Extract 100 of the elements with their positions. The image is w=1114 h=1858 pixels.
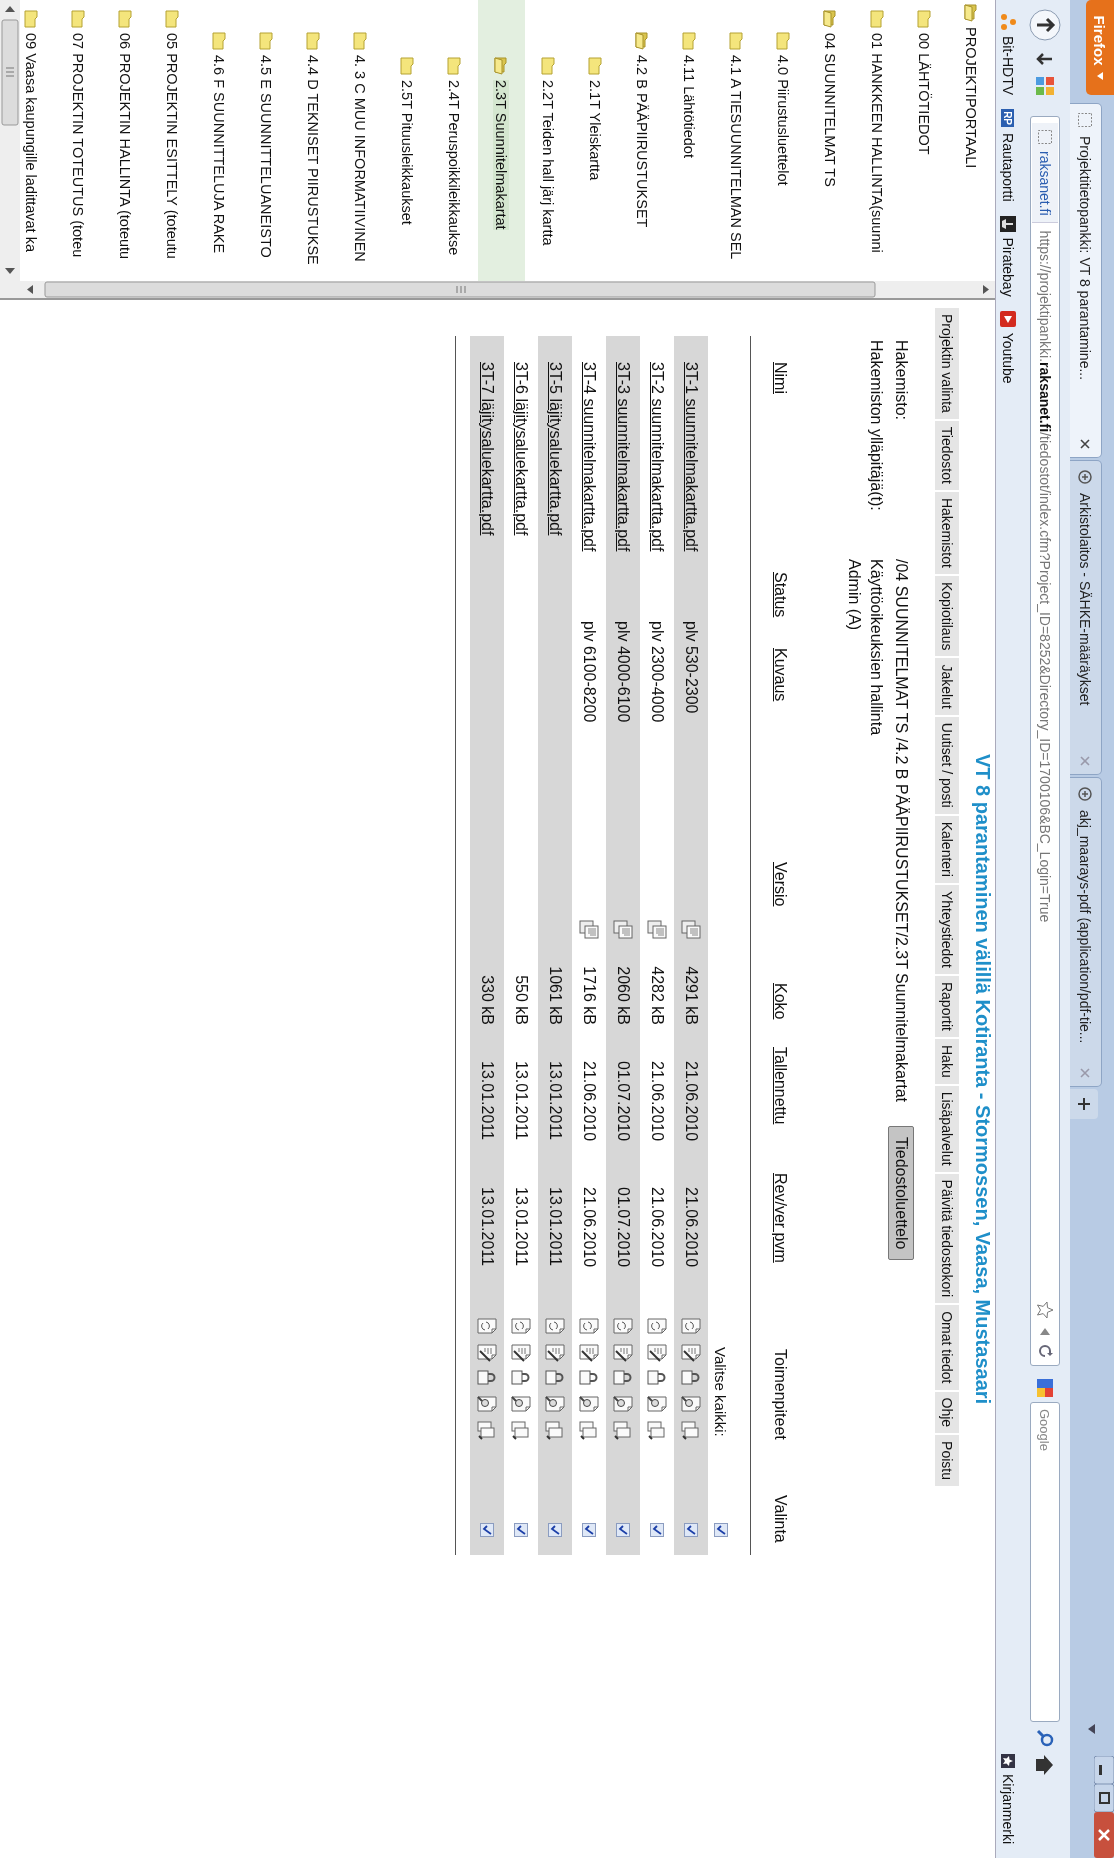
lock-icon[interactable] — [681, 1368, 701, 1388]
lock-icon[interactable] — [579, 1368, 599, 1388]
refresh-document-icon[interactable] — [647, 1316, 667, 1336]
document-stack-icon[interactable] — [681, 920, 701, 940]
tree-item[interactable]: 4. 3 C MUU INFORMATIIVINEN — [352, 55, 369, 262]
tree-item[interactable]: 4.1 A TIESUUNNITELMAN SEL — [728, 55, 745, 260]
menu-link[interactable]: Tiedostot — [935, 420, 959, 492]
bookmarks-menu[interactable]: Kirjanmerki — [1000, 1754, 1016, 1844]
tree-item[interactable]: 07 PROJEKTIN TOTEUTUS (toteu — [70, 33, 87, 258]
menu-link[interactable]: Projektin valinta — [935, 308, 959, 421]
copy-documents-icon[interactable] — [477, 1420, 497, 1440]
tree-item[interactable]: 4.2 B PÄÄPIIRUSTUKSET — [634, 55, 651, 228]
bookmark-link[interactable]: RP Rautaportti — [1000, 109, 1016, 202]
file-link[interactable]: 3T-1 suunnitelmakartta.pdf — [683, 362, 700, 552]
tree-item[interactable]: 2.2T Teiden hall järj kartta — [540, 80, 557, 246]
search-icon[interactable] — [1035, 1728, 1055, 1748]
search-field[interactable]: Google — [1030, 1402, 1060, 1722]
file-list-button[interactable]: Tiedostoluettelo — [888, 1126, 914, 1261]
copy-documents-icon[interactable] — [647, 1420, 667, 1440]
edit-document-icon[interactable] — [579, 1342, 599, 1362]
tree-item[interactable]: 00 LÄHTÖTIEDOT — [916, 33, 933, 155]
file-link[interactable]: 3T-7 läjitysaluekartta.pdf — [479, 362, 496, 536]
scrollbar[interactable] — [19, 281, 995, 298]
checkbox[interactable] — [480, 1523, 494, 1537]
app-grid-icon[interactable] — [1035, 76, 1055, 96]
checkbox[interactable] — [548, 1523, 562, 1537]
permissions-link[interactable]: Käyttöoikeuksien hallinta — [867, 559, 885, 736]
tree-item[interactable]: 2.4T Peruspoikkileikkaukse — [446, 80, 463, 256]
column-header-link[interactable]: Koko — [772, 983, 789, 1020]
tree-item[interactable]: 01 HANKKEEN HALLINTA(suunni — [869, 33, 886, 253]
reload-icon[interactable] — [1037, 1343, 1053, 1359]
document-stack-icon[interactable] — [647, 920, 667, 940]
lock-icon[interactable] — [477, 1368, 497, 1388]
column-header-link[interactable]: Status — [772, 572, 789, 618]
menu-link[interactable]: Poistu — [935, 1435, 959, 1488]
lock-icon[interactable] — [647, 1368, 667, 1388]
file-link[interactable]: 3T-4 suunnitelmakartta.pdf — [581, 362, 598, 552]
star-icon[interactable] — [1036, 1301, 1054, 1319]
copy-documents-icon[interactable] — [511, 1420, 531, 1440]
column-header-link[interactable]: Versio — [772, 862, 789, 907]
copy-documents-icon[interactable] — [681, 1420, 701, 1440]
bookmark-link[interactable]: Bit-HDTV — [1000, 14, 1016, 96]
refresh-document-icon[interactable] — [613, 1316, 633, 1336]
menu-link[interactable]: Lisäpalvelut — [935, 1085, 959, 1174]
tree-item[interactable]: 4.4 D TEKNISET PIIRUSTUKSE — [305, 55, 322, 265]
edit-document-icon[interactable] — [545, 1342, 565, 1362]
menu-link[interactable]: Kopiotilaus — [935, 575, 959, 659]
refresh-document-icon[interactable] — [681, 1316, 701, 1336]
tree-item[interactable]: 4.0 Piirustusluettelot — [775, 55, 792, 186]
lock-icon[interactable] — [511, 1368, 531, 1388]
menu-link[interactable]: Hakemistot — [935, 491, 959, 576]
tree-item[interactable]: PROJEKTIPORTAALI — [963, 27, 980, 169]
maximize-icon[interactable] — [1094, 1784, 1114, 1812]
column-header-link[interactable]: Tallennettu — [772, 1047, 789, 1125]
file-link[interactable]: 3T-6 läjitysaluekartta.pdf — [513, 362, 530, 536]
refresh-document-icon[interactable] — [579, 1316, 599, 1336]
minimize-icon[interactable] — [1094, 1756, 1114, 1784]
edit-document-icon[interactable] — [647, 1342, 667, 1362]
refresh-document-icon[interactable] — [545, 1316, 565, 1336]
document-search-icon[interactable] — [681, 1394, 701, 1414]
edit-document-icon[interactable] — [511, 1342, 531, 1362]
menu-link[interactable]: Raportit — [935, 975, 959, 1039]
document-search-icon[interactable] — [647, 1394, 667, 1414]
tree-item[interactable]: 4.11 Lähtötiedot — [681, 55, 698, 158]
tree-item[interactable]: 2.1T Yleiskartta — [587, 80, 604, 181]
document-search-icon[interactable] — [477, 1394, 497, 1414]
document-search-icon[interactable] — [579, 1394, 599, 1414]
tree-item[interactable]: 09 Vaasa kaupungille ladittavat ka — [23, 33, 40, 252]
edit-document-icon[interactable] — [477, 1342, 497, 1362]
copy-documents-icon[interactable] — [579, 1420, 599, 1440]
tree-item[interactable]: 05 PROJEKTIN ESITTELY (toteutu — [164, 33, 181, 259]
column-header-link[interactable]: Kuvaus — [772, 648, 789, 702]
tree-item[interactable]: 2.3T Suunnitelmakartat — [493, 80, 510, 230]
tree-item[interactable]: 4.6 F SUUNNITTELUJA RAKE — [211, 55, 228, 254]
document-search-icon[interactable] — [511, 1394, 531, 1414]
close-icon[interactable] — [1080, 439, 1091, 449]
menu-link[interactable]: Päivitä tiedostokori — [935, 1173, 959, 1306]
menu-link[interactable]: Omat tiedot — [935, 1305, 959, 1392]
document-search-icon[interactable] — [613, 1394, 633, 1414]
bookmark-link[interactable]: Piratebay — [1000, 215, 1016, 297]
copy-documents-icon[interactable] — [545, 1420, 565, 1440]
document-stack-icon[interactable] — [579, 920, 599, 940]
caret-icon[interactable] — [1088, 1724, 1096, 1734]
document-search-icon[interactable] — [545, 1394, 565, 1414]
checkbox[interactable] — [684, 1523, 698, 1537]
browser-tab[interactable]: Projektitietopankki: VT 8 parantamine... — [1070, 103, 1102, 458]
close-icon[interactable] — [1094, 1812, 1114, 1858]
checkbox[interactable] — [714, 1523, 728, 1537]
home-icon[interactable] — [1035, 1754, 1055, 1776]
back-icon[interactable] — [1028, 8, 1062, 42]
bookmark-link[interactable]: Youtube — [1000, 310, 1016, 384]
refresh-document-icon[interactable] — [477, 1316, 497, 1336]
dropdown-icon[interactable] — [1040, 1327, 1050, 1335]
edit-document-icon[interactable] — [613, 1342, 633, 1362]
file-link[interactable]: 3T-5 läjitysaluekartta.pdf — [547, 362, 564, 536]
menu-link[interactable]: Haku — [935, 1039, 959, 1086]
menu-link[interactable]: Jakelut — [935, 658, 959, 717]
copy-documents-icon[interactable] — [613, 1420, 633, 1440]
menu-link[interactable]: Uutiset / posti — [935, 716, 959, 816]
lock-icon[interactable] — [613, 1368, 633, 1388]
